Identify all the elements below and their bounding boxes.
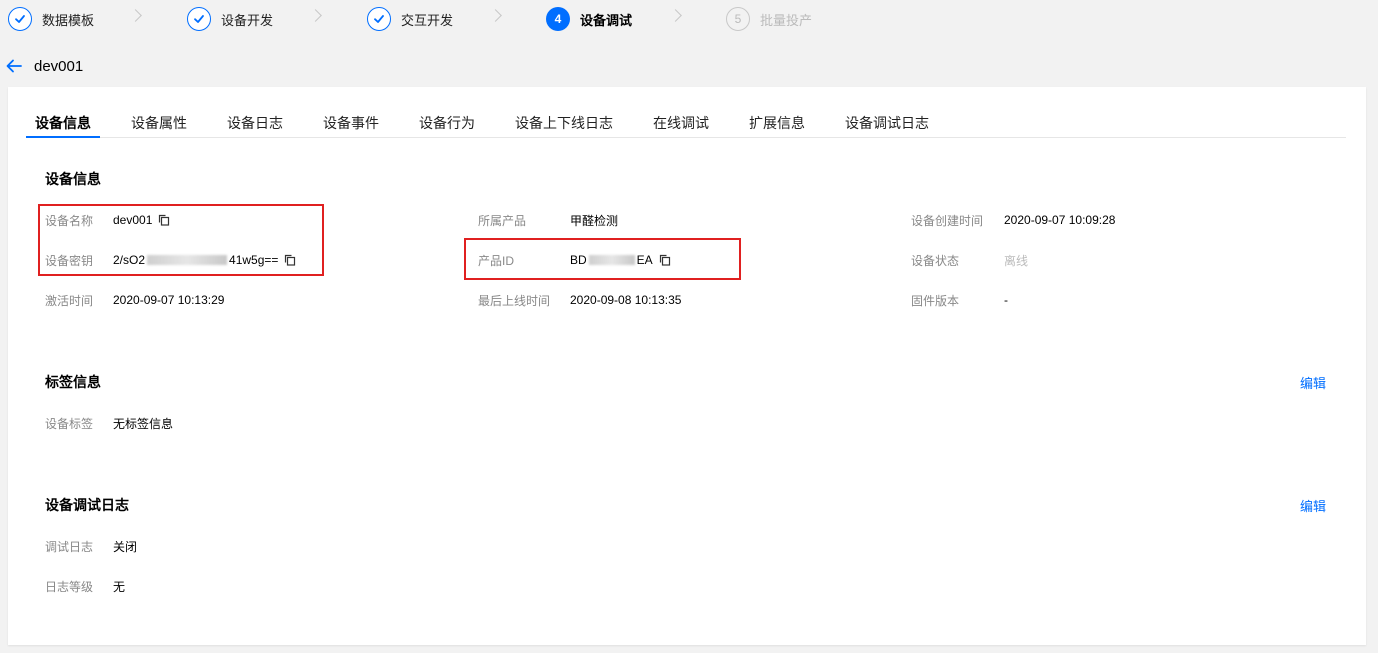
tab-device-events[interactable]: 设备事件 [323,113,379,133]
tab-active-indicator [26,136,100,138]
field-value: 2020-09-07 10:13:29 [113,293,225,307]
stepper: 数据模板 设备开发 交互开发 4 设备调试 5 批量投产 [0,0,1378,38]
page-title: dev001 [34,57,84,75]
chevron-right-icon [669,9,682,22]
copy-icon[interactable] [158,214,170,226]
field-label: 固件版本 [911,293,960,308]
section-title-device-info: 设备信息 [45,171,101,187]
redacted-mask [147,255,228,265]
section-title-debug-log: 设备调试日志 [45,497,129,513]
step-label: 设备开发 [221,12,274,28]
chevron-right-icon [309,9,322,22]
step-label: 设备调试 [580,12,633,28]
field-label: 产品ID [478,253,515,268]
redacted-mask [588,255,635,265]
field-debug-log: 调试日志 关闭 [45,536,137,556]
tab-device-info[interactable]: 设备信息 [35,113,91,133]
device-name-value: dev001 [113,213,153,227]
field-value: 2020-09-07 10:09:28 [1004,213,1116,227]
field-value: 甲醛检测 [570,213,619,228]
field-value: dev001 [113,213,170,227]
field-label: 激活时间 [45,293,94,308]
copy-icon[interactable] [659,254,671,266]
edit-debug-log-link[interactable]: 编辑 [1300,496,1326,515]
step-label: 数据模板 [42,12,95,28]
field-value: - [1004,293,1008,307]
edit-tags-link[interactable]: 编辑 [1300,373,1326,392]
field-value: 关闭 [113,539,138,554]
field-value: 无 [113,579,126,594]
field-created-time: 设备创建时间 2020-09-07 10:09:28 [911,210,1115,230]
field-label: 设备标签 [45,416,94,431]
field-log-level: 日志等级 无 [45,576,125,596]
status-badge: 离线 [1004,253,1029,268]
product-id-prefix: BD [570,253,587,267]
section-title-tag-info: 标签信息 [45,374,101,390]
field-device-tags: 设备标签 无标签信息 [45,413,173,433]
field-activate-time: 激活时间 2020-09-07 10:13:29 [45,290,224,310]
check-icon [8,7,32,31]
tab-device-actions[interactable]: 设备行为 [419,113,475,133]
field-value: 2020-09-08 10:13:35 [570,293,682,307]
field-value: BD EA [570,253,671,267]
field-value: 2/sO2 41w5g== [113,253,296,267]
tab-device-log[interactable]: 设备日志 [227,113,283,133]
step-interaction-dev[interactable]: 交互开发 [367,6,453,32]
field-product-id: 产品ID BD EA [478,250,671,270]
check-icon [187,7,211,31]
check-icon [367,7,391,31]
step-label: 交互开发 [401,12,454,28]
field-value: 无标签信息 [113,416,174,431]
device-secret-prefix: 2/sO2 [113,253,146,267]
tab-online-debug[interactable]: 在线调试 [653,113,709,133]
field-label: 调试日志 [45,539,94,554]
field-label: 设备创建时间 [911,213,984,228]
tab-extended-info[interactable]: 扩展信息 [749,113,805,133]
field-label: 设备状态 [911,253,960,268]
field-label: 所属产品 [478,213,527,228]
step-device-dev[interactable]: 设备开发 [187,6,273,32]
step-label: 批量投产 [760,12,813,28]
field-product: 所属产品 甲醛检测 [478,210,618,230]
step-number: 5 [726,7,750,31]
field-last-online: 最后上线时间 2020-09-08 10:13:35 [478,290,681,310]
step-number: 4 [546,7,570,31]
field-label: 设备密钥 [45,253,94,268]
chevron-right-icon [489,9,502,22]
copy-icon[interactable] [284,254,296,266]
device-secret-suffix: 41w5g== [229,253,279,267]
chevron-right-icon [129,9,142,22]
device-detail-card: 设备信息 设备属性 设备日志 设备事件 设备行为 设备上下线日志 在线调试 扩展… [8,87,1366,645]
tab-device-properties[interactable]: 设备属性 [131,113,187,133]
field-label: 最后上线时间 [478,293,551,308]
field-device-secret: 设备密钥 2/sO2 41w5g== [45,250,296,270]
field-device-status: 设备状态 离线 [911,250,1028,270]
field-label: 日志等级 [45,579,94,594]
step-device-debug[interactable]: 4 设备调试 [546,6,632,32]
tab-online-offline-log[interactable]: 设备上下线日志 [515,113,613,133]
tab-device-debug-log[interactable]: 设备调试日志 [845,113,929,133]
product-id-suffix: EA [636,253,653,267]
tab-bar: 设备信息 设备属性 设备日志 设备事件 设备行为 设备上下线日志 在线调试 扩展… [26,107,1346,138]
arrow-left-icon[interactable] [4,56,24,76]
step-mass-production[interactable]: 5 批量投产 [726,6,812,32]
field-firmware: 固件版本 - [911,290,1008,310]
step-data-template[interactable]: 数据模板 [8,6,94,32]
field-device-name: 设备名称 dev001 [45,210,170,230]
field-label: 设备名称 [45,213,94,228]
page-header: dev001 [4,54,83,78]
